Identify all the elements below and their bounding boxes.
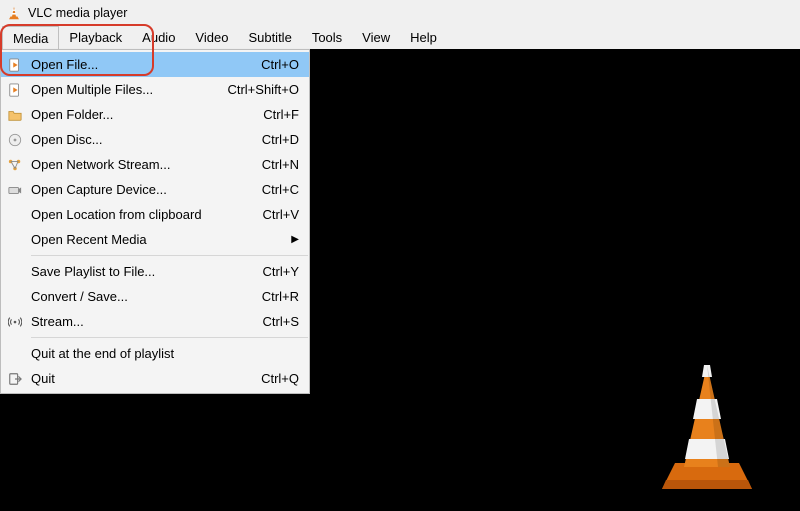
menu-item-label: Open Capture Device... (25, 182, 219, 197)
menu-item-shortcut: Ctrl+V (219, 207, 299, 222)
vlc-logo-large (642, 359, 772, 499)
menu-item-label: Convert / Save... (25, 289, 219, 304)
menu-item-shortcut: Ctrl+N (219, 157, 299, 172)
menu-separator (31, 255, 308, 256)
submenu-arrow-icon: ▶ (291, 234, 299, 245)
menu-tools[interactable]: Tools (302, 26, 352, 49)
menu-item-label: Quit at the end of playlist (25, 346, 299, 361)
menu-item-shortcut: Ctrl+Q (219, 371, 299, 386)
menu-item-open-network-stream[interactable]: Open Network Stream...Ctrl+N (1, 152, 309, 177)
menu-bar: Media Playback Audio Video Subtitle Tool… (0, 26, 800, 49)
title-bar: VLC media player (0, 0, 800, 26)
file-play-icon (5, 83, 25, 97)
folder-icon (5, 108, 25, 122)
menu-separator (31, 337, 308, 338)
menu-item-label: Quit (25, 371, 219, 386)
capture-icon (5, 183, 25, 197)
menu-item-label: Save Playlist to File... (25, 264, 219, 279)
menu-item-shortcut: Ctrl+D (219, 132, 299, 147)
menu-video[interactable]: Video (185, 26, 238, 49)
menu-help[interactable]: Help (400, 26, 447, 49)
menu-subtitle[interactable]: Subtitle (238, 26, 301, 49)
menu-item-quit[interactable]: QuitCtrl+Q (1, 366, 309, 391)
vlc-cone-icon (6, 5, 22, 21)
network-icon (5, 158, 25, 172)
menu-item-shortcut: Ctrl+Shift+O (219, 82, 299, 97)
menu-item-open-disc[interactable]: Open Disc...Ctrl+D (1, 127, 309, 152)
menu-item-label: Stream... (25, 314, 219, 329)
menu-item-shortcut: Ctrl+R (219, 289, 299, 304)
menu-item-quit-at-the-end-of-playlist[interactable]: Quit at the end of playlist (1, 341, 309, 366)
menu-item-label: Open File... (25, 57, 219, 72)
menu-item-label: Open Network Stream... (25, 157, 219, 172)
menu-audio[interactable]: Audio (132, 26, 185, 49)
menu-item-open-folder[interactable]: Open Folder...Ctrl+F (1, 102, 309, 127)
menu-item-shortcut: Ctrl+Y (219, 264, 299, 279)
file-play-icon (5, 58, 25, 72)
menu-media[interactable]: Media (2, 26, 59, 49)
menu-item-shortcut: Ctrl+F (219, 107, 299, 122)
menu-item-label: Open Multiple Files... (25, 82, 219, 97)
menu-playback[interactable]: Playback (59, 26, 132, 49)
quit-icon (5, 372, 25, 386)
menu-item-shortcut: Ctrl+S (219, 314, 299, 329)
menu-view[interactable]: View (352, 26, 400, 49)
menu-item-open-multiple-files[interactable]: Open Multiple Files...Ctrl+Shift+O (1, 77, 309, 102)
stream-icon (5, 315, 25, 329)
menu-item-open-location-from-clipboard[interactable]: Open Location from clipboardCtrl+V (1, 202, 309, 227)
menu-item-label: Open Recent Media (25, 232, 299, 247)
menu-item-stream[interactable]: Stream...Ctrl+S (1, 309, 309, 334)
window-title: VLC media player (28, 6, 127, 20)
menu-item-open-recent-media[interactable]: Open Recent Media▶ (1, 227, 309, 252)
menu-item-open-file[interactable]: Open File...Ctrl+O (1, 52, 309, 77)
menu-item-label: Open Folder... (25, 107, 219, 122)
menu-item-open-capture-device[interactable]: Open Capture Device...Ctrl+C (1, 177, 309, 202)
menu-item-label: Open Location from clipboard (25, 207, 219, 222)
menu-item-shortcut: Ctrl+C (219, 182, 299, 197)
menu-item-label: Open Disc... (25, 132, 219, 147)
menu-item-convert-save[interactable]: Convert / Save...Ctrl+R (1, 284, 309, 309)
disc-icon (5, 133, 25, 147)
media-menu-dropdown: Open File...Ctrl+OOpen Multiple Files...… (0, 49, 310, 394)
menu-item-save-playlist-to-file[interactable]: Save Playlist to File...Ctrl+Y (1, 259, 309, 284)
menu-item-shortcut: Ctrl+O (219, 57, 299, 72)
